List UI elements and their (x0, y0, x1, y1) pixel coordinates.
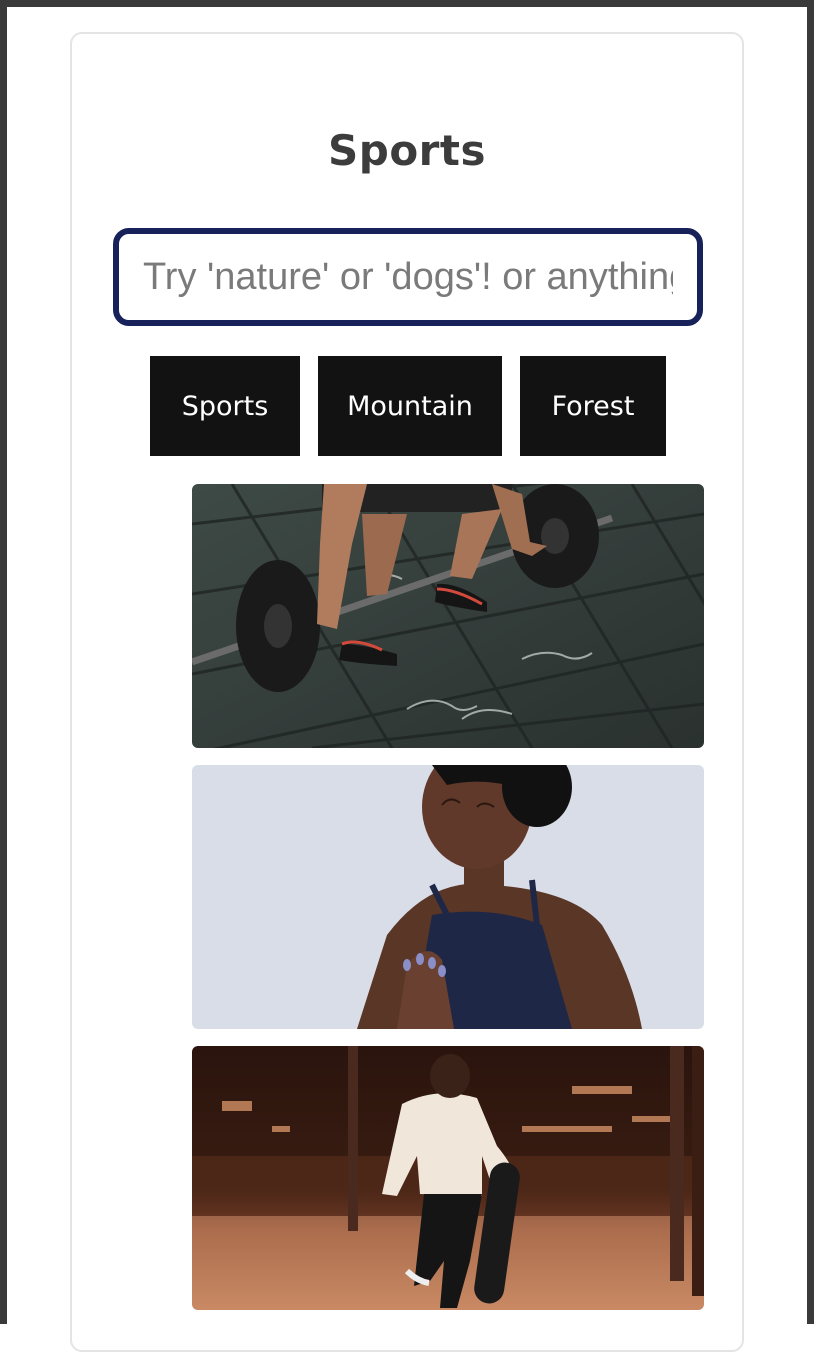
photo-deadlift[interactable] (192, 484, 704, 748)
deadlift-image (192, 484, 704, 748)
search-input[interactable] (113, 228, 703, 326)
skateboarder-image (192, 1046, 704, 1310)
window-frame-left (0, 0, 7, 1324)
meditation-image (192, 765, 704, 1029)
photo-meditation[interactable] (192, 765, 704, 1029)
window-frame-right (807, 0, 814, 1324)
window-frame-top (0, 0, 814, 7)
category-button-forest[interactable]: Forest (520, 356, 666, 456)
page-title: Sports (328, 126, 486, 175)
photo-skateboarder[interactable] (192, 1046, 704, 1310)
category-button-mountain[interactable]: Mountain (318, 356, 502, 456)
category-button-sports[interactable]: Sports (150, 356, 300, 456)
